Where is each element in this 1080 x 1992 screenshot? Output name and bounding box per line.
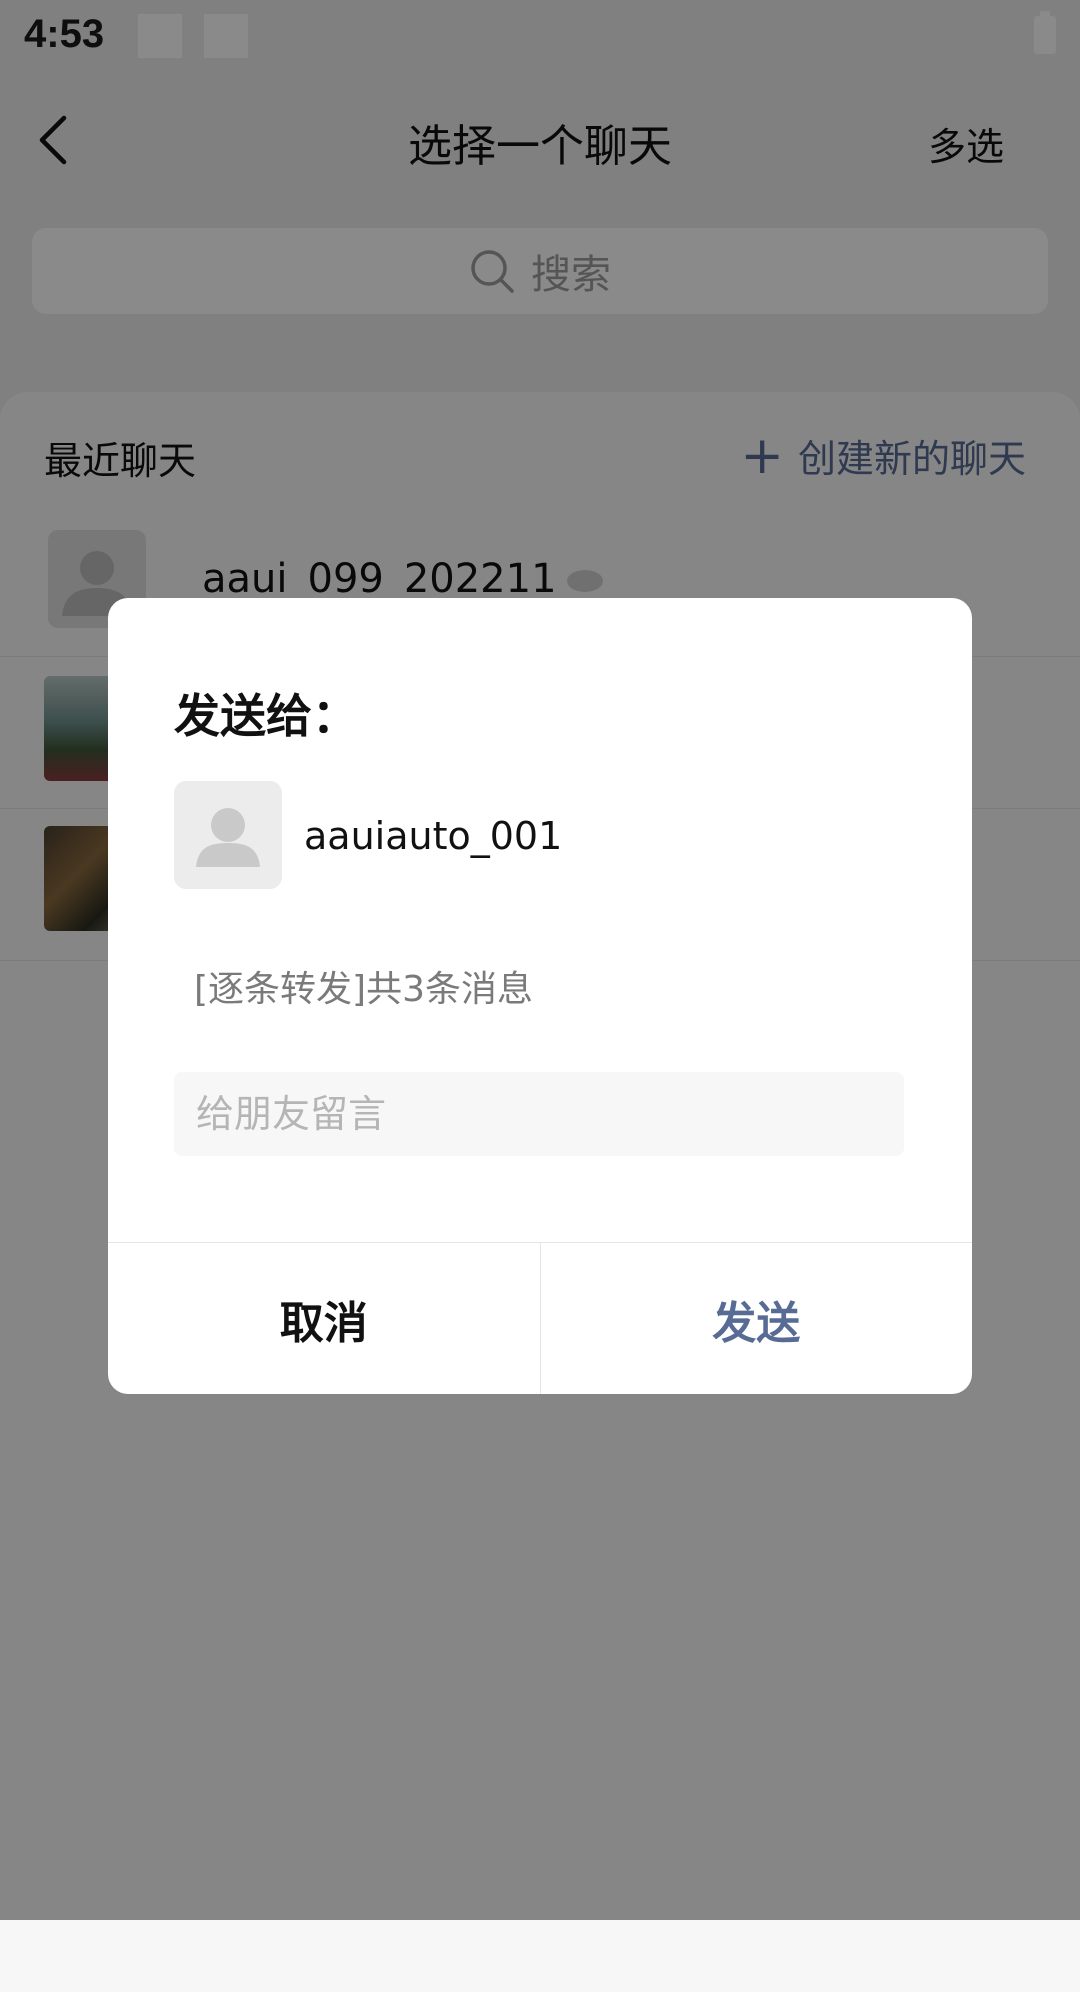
recipient-name: aauiauto_001 [304,814,563,858]
message-input[interactable] [174,1072,904,1156]
recipient-avatar [174,781,282,889]
cancel-button[interactable]: 取消 [108,1243,541,1394]
default-avatar-icon [196,808,260,867]
dialog-footer: 取消 发送 [108,1242,972,1394]
send-button[interactable]: 发送 [541,1243,973,1394]
send-to-dialog: 发送给： aauiauto_001 [逐条转发]共3条消息 取消 发送 [108,598,972,1394]
dialog-title: 发送给： [174,689,358,743]
forward-summary: [逐条转发]共3条消息 [194,969,533,1010]
